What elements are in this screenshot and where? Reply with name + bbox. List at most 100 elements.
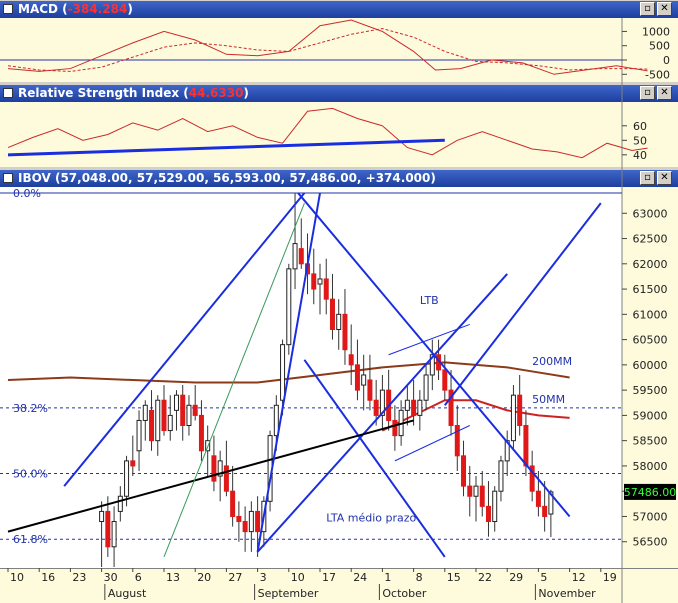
candle-body [311,273,317,290]
candle-body [535,490,541,507]
price-y-tick-label: 58000 [633,460,668,473]
candle-body [99,510,105,523]
price-y-tick-label: 62500 [633,233,668,246]
candle-body [342,313,348,351]
candle-body [361,374,367,386]
price-y-tick-label: 58500 [633,435,668,448]
candle-body [317,278,323,285]
candle-body [124,460,130,497]
candle-body [117,495,123,512]
candle-body [336,313,342,330]
chart-annotation: 200MM [532,355,572,368]
candle-body [454,425,460,457]
chart-annotation: LTA médio prazo [326,512,416,525]
macd-y-tick-label: 0 [663,54,670,67]
date-tick-label: 24 [353,571,367,584]
price-y-tick-label: 59500 [633,384,668,397]
date-tick-label: 29 [509,571,523,584]
candle-body [173,394,179,411]
month-label: September [258,587,319,600]
candle-body [155,399,161,442]
price-y-tick-label: 61000 [633,308,668,321]
candle-body [323,278,329,300]
candle-body [411,399,417,416]
date-tick-label: 12 [572,571,586,584]
date-tick-label: 27 [228,571,242,584]
chart-window: MACD (-384.284) ▫ ✕ Relative Strength In… [0,0,678,603]
candle-body [473,485,479,497]
candle-body [149,409,155,442]
candle-body [373,399,379,416]
candle-body [392,419,398,437]
candle-body [167,414,173,432]
date-tick-label: 22 [478,571,492,584]
price-y-tick-label: 56500 [633,536,668,549]
date-tick-label: 30 [104,571,118,584]
last-value-label: 57486.00 [624,486,677,499]
candle-body [485,505,491,523]
date-tick-label: 3 [260,571,267,584]
macd-plot-area[interactable] [0,18,622,82]
candle-body [142,404,148,421]
date-tick-label: 16 [41,571,55,584]
candle-body [417,399,423,416]
candle-body [242,521,248,533]
candle-body [280,344,286,401]
candle-body [479,485,485,507]
fib-level-label: 38.2% [13,402,48,415]
candle-body [180,394,186,427]
candle-body [111,521,117,548]
month-label: October [382,587,426,600]
candle-body [192,404,198,416]
candle-body [510,394,516,442]
candle-body [248,510,254,533]
month-label: August [108,587,147,600]
macd-y-tick-label: 1000 [642,25,670,38]
date-axis-corner [622,568,678,603]
candle-body [542,505,548,517]
chart-canvas[interactable]: 10005000-5006050406300062500620006150061… [0,0,678,603]
candle-body [367,379,373,401]
candle-body [523,425,529,467]
candle-body [461,455,467,487]
candle-body [492,490,498,523]
price-y-tick-label: 59000 [633,409,668,422]
candle-body [130,460,136,467]
candle-body [498,460,504,492]
candle-body [298,248,304,265]
rsi-axis-area [622,102,678,167]
fib-level-label: 50.0% [13,468,48,481]
candle-body [517,394,523,427]
price-y-tick-label: 62000 [633,258,668,271]
date-tick-label: 15 [447,571,461,584]
candle-body [442,369,448,391]
candle-body [354,364,360,391]
candle-body [211,455,217,482]
price-y-tick-label: 60500 [633,334,668,347]
date-tick-label: 10 [10,571,24,584]
date-tick-label: 17 [322,571,336,584]
date-tick-label: 1 [384,571,391,584]
date-tick-label: 8 [416,571,423,584]
rsi-plot-area[interactable] [0,102,622,167]
price-y-tick-label: 60000 [633,359,668,372]
chart-annotation: 50MM [532,393,565,406]
candle-body [236,515,242,523]
price-y-tick-label: 61500 [633,283,668,296]
macd-y-tick-label: 500 [649,40,670,53]
month-label: November [538,587,596,600]
macd-y-tick-label: -500 [645,68,670,81]
candle-body [467,485,473,497]
price-y-tick-label: 57000 [633,510,668,523]
candle-body [186,404,192,427]
candle-body [223,465,229,492]
date-tick-label: 5 [540,571,547,584]
rsi-y-tick-label: 50 [633,134,647,147]
date-tick-label: 20 [197,571,211,584]
date-tick-label: 23 [72,571,86,584]
date-tick-label: 6 [135,571,142,584]
candle-body [198,414,204,452]
date-tick-label: 19 [603,571,617,584]
fib-level-label: 61.8% [13,533,48,546]
candle-body [423,374,429,401]
